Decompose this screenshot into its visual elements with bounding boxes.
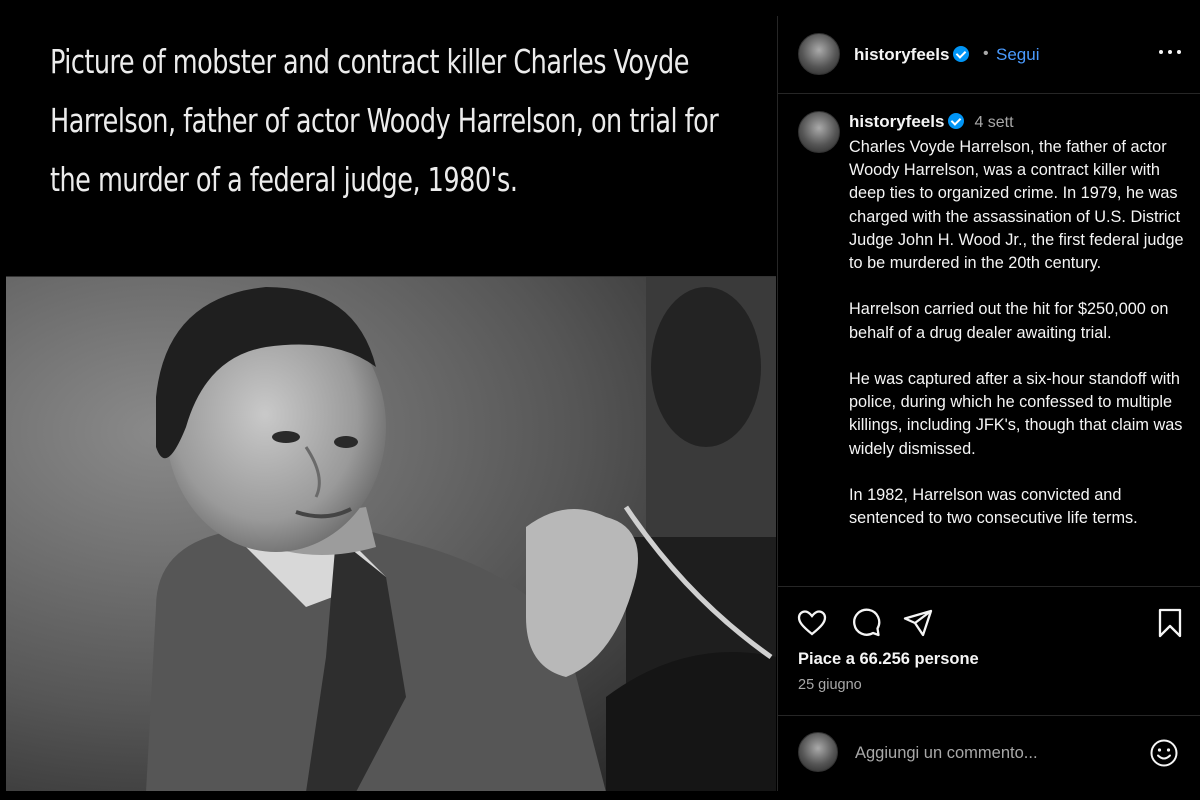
post-side-panel: historyfeels • Segui historyfeels 4 sett … — [777, 16, 1200, 791]
verified-icon — [948, 113, 965, 129]
comment-icon[interactable] — [850, 607, 882, 639]
caption-paragraph: Charles Voyde Harrelson, the father of a… — [849, 138, 1184, 273]
post-header: historyfeels • Segui — [778, 16, 1200, 94]
media-headline: Picture of mobster and contract killer C… — [50, 42, 719, 199]
emoji-icon[interactable] — [1149, 738, 1179, 768]
caption-paragraph: Harrelson carried out the hit for $250,0… — [849, 300, 1169, 342]
post-actions: Piace a 66.256 persone 25 giugno — [778, 586, 1200, 791]
caption-author-avatar[interactable] — [798, 111, 840, 153]
share-icon[interactable] — [902, 607, 934, 639]
man-portrait-photo — [6, 277, 776, 791]
caption-paragraph: In 1982, Harrelson was convicted and sen… — [849, 486, 1138, 528]
follow-button[interactable]: Segui — [996, 45, 1039, 65]
more-options-icon[interactable] — [1159, 50, 1181, 56]
post-media[interactable]: Picture of mobster and contract killer C… — [6, 16, 776, 791]
comment-input[interactable] — [855, 740, 1135, 766]
heart-icon[interactable] — [796, 607, 828, 639]
comments-scroll-area[interactable]: historyfeels 4 sett Charles Voyde Harrels… — [778, 95, 1200, 585]
caption-paragraph: He was captured after a six-hour standof… — [849, 370, 1183, 458]
author-avatar[interactable] — [798, 33, 840, 75]
post-photo — [6, 276, 776, 791]
bookmark-icon[interactable] — [1155, 607, 1185, 639]
post-date[interactable]: 25 giugno — [798, 677, 862, 693]
verified-icon — [953, 46, 970, 62]
author-username[interactable]: historyfeels — [854, 45, 949, 64]
caption-header: historyfeels 4 sett — [849, 112, 1014, 132]
likes-count[interactable]: Piace a 66.256 persone — [798, 650, 979, 669]
caption-text: Charles Voyde Harrelson, the father of a… — [849, 136, 1194, 554]
caption-time[interactable]: 4 sett — [974, 114, 1013, 131]
add-comment-bar — [778, 715, 1200, 792]
current-user-avatar — [798, 732, 838, 772]
media-caption-card: Picture of mobster and contract killer C… — [6, 16, 776, 274]
post-dialog: Picture of mobster and contract killer C… — [0, 0, 1200, 800]
caption-username[interactable]: historyfeels — [849, 112, 944, 131]
header-separator: • — [983, 45, 989, 62]
author-username-link[interactable]: historyfeels — [854, 45, 970, 65]
